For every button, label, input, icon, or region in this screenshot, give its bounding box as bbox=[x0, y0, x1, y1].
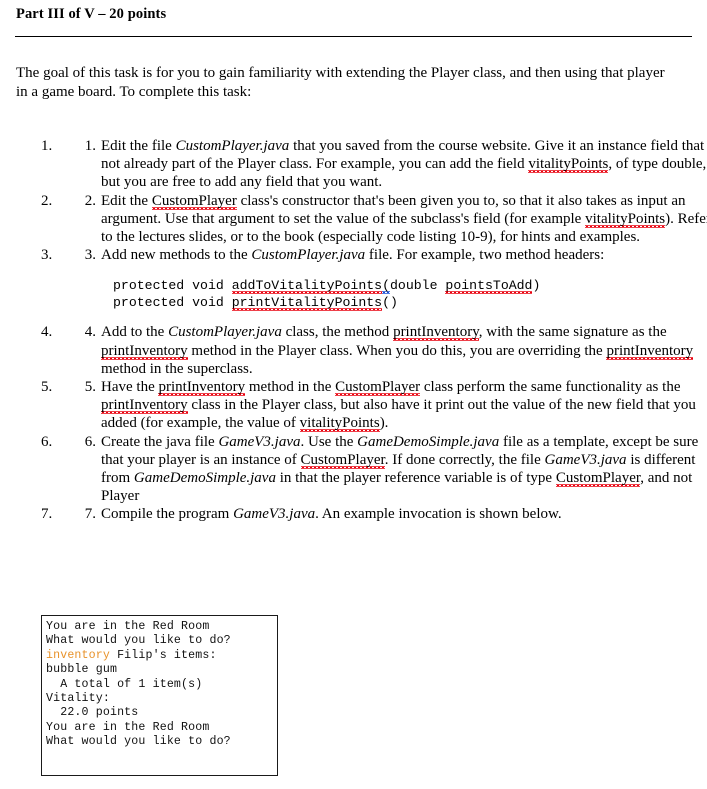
text-run: You are in the Red Room bbox=[46, 620, 210, 633]
console-line: You are in the Red Room bbox=[46, 721, 277, 735]
text-run: Vitality: bbox=[46, 692, 110, 706]
console-output-box: You are in the Red Room What would you li… bbox=[41, 615, 278, 776]
spellcheck-underlined-term: printInventory bbox=[101, 397, 188, 414]
spellcheck-underlined-term: printVitalityPoints bbox=[231, 295, 383, 311]
text-run: What would you like to do? bbox=[46, 735, 231, 749]
text-run: double bbox=[390, 278, 446, 294]
task-list-item-text: Edit the CustomPlayer class's constructo… bbox=[101, 192, 707, 247]
task-list-item-text: Compile the program GameV3.java. An exam… bbox=[101, 505, 707, 523]
text-run: protected void bbox=[113, 278, 232, 294]
text-run: class perform the same functionality as … bbox=[420, 379, 681, 396]
spellcheck-underlined-term: printInventory bbox=[158, 379, 246, 396]
spellcheck-underlined-term: CustomPlayer bbox=[151, 192, 237, 209]
text-run: ) bbox=[532, 278, 541, 294]
text-run: You are in the Red Room bbox=[46, 720, 210, 734]
spellcheck-underlined-term: printInventory bbox=[101, 342, 188, 359]
text-run: Have the bbox=[101, 379, 159, 396]
task-list-item-text: Have the printInventory method in the Cu… bbox=[101, 378, 707, 433]
text-run: , with the same signature as the bbox=[478, 324, 667, 341]
document-page: Part III of V – 20 points The goal of th… bbox=[0, 0, 707, 789]
task-list-item-number: 7. bbox=[84, 506, 96, 523]
console-line: bubble gum bbox=[46, 663, 277, 677]
task-list-item: 1. Edit the file CustomPlayer.java that y… bbox=[56, 137, 707, 192]
task-list-item-text: Add new methods to the CustomPlayer.java… bbox=[101, 246, 707, 264]
task-list-item-text: Create the java file GameV3.java. Use th… bbox=[101, 433, 707, 506]
task-list-item-number: 4. bbox=[84, 324, 96, 341]
spellcheck-underlined-term: vitalityPoints bbox=[299, 415, 380, 432]
spellcheck-underlined-term: printInventory bbox=[606, 342, 694, 359]
task-list-item: 7. Compile the program GameV3.java. An ex… bbox=[56, 505, 707, 523]
code-sample: protected void addToVitalityPoints(doubl… bbox=[101, 264, 707, 323]
text-run: . If done correctly, the file bbox=[384, 451, 545, 468]
task-list-item: 3. Add new methods to the CustomPlayer.ja… bbox=[56, 246, 707, 323]
text-run: 22.0 points bbox=[46, 706, 139, 720]
page-title: Part III of V – 20 points bbox=[16, 6, 167, 22]
text-run: method in the bbox=[245, 379, 336, 396]
spellcheck-underlined-term: printInventory bbox=[393, 324, 479, 341]
console-line: inventory Filip's items: bbox=[46, 649, 277, 663]
spellcheck-underlined-term: pointsToAdd bbox=[445, 278, 533, 294]
italic-filename: CustomPlayer.java bbox=[168, 324, 282, 341]
text-run: Edit the file bbox=[101, 138, 176, 154]
text-run: bubble gum bbox=[46, 663, 118, 677]
task-list-item-number: 5. bbox=[84, 379, 96, 396]
text-run: in that the player reference variable is… bbox=[275, 470, 556, 487]
text-run: What would you like to do? bbox=[46, 634, 231, 648]
spellcheck-underlined-term: CustomPlayer bbox=[335, 379, 421, 396]
console-line: A total of 1 item(s) bbox=[46, 678, 277, 692]
horizontal-divider bbox=[15, 36, 692, 37]
text-run: . Use the bbox=[300, 433, 358, 450]
grammar-underlined-term: ( bbox=[382, 278, 391, 294]
text-run: protected void bbox=[113, 295, 232, 311]
console-line: What would you like to do? bbox=[46, 634, 277, 648]
text-run: Compile the program bbox=[101, 506, 234, 523]
task-list-item-number: 3. bbox=[84, 247, 96, 264]
spellcheck-underlined-term: vitalityPoints bbox=[585, 210, 666, 227]
text-run: class in the Player class, but also have… bbox=[101, 397, 696, 432]
task-list-item-text: Add to the CustomPlayer.java class, the … bbox=[101, 323, 707, 378]
console-command-token: inventory bbox=[46, 648, 110, 662]
text-run: ). bbox=[379, 415, 389, 432]
text-run: method in the superclass. bbox=[101, 360, 253, 377]
text-run: A total of 1 item(s) bbox=[46, 677, 203, 691]
text-run: Filip's items: bbox=[109, 648, 217, 662]
text-run: class, the method bbox=[281, 324, 394, 341]
console-line: You are in the Red Room bbox=[46, 620, 277, 634]
task-list-item: 6.Create the java file GameV3.java. Use … bbox=[56, 433, 707, 506]
task-list-item-number: 1. bbox=[84, 138, 96, 154]
text-run: Edit the bbox=[101, 192, 152, 209]
console-line: What would you like to do? bbox=[46, 735, 277, 749]
spellcheck-underlined-term: CustomPlayer bbox=[555, 470, 641, 487]
text-run: . An example invocation is shown below. bbox=[315, 506, 562, 523]
spellcheck-underlined-term: CustomPlayer bbox=[300, 451, 385, 468]
italic-filename: GameDemoSimple.java bbox=[357, 433, 500, 450]
italic-filename: GameV3.java bbox=[233, 506, 316, 523]
text-run: () bbox=[382, 295, 398, 311]
console-line: 22.0 points bbox=[46, 706, 277, 720]
code-line: protected void addToVitalityPoints(doubl… bbox=[113, 277, 707, 294]
spellcheck-underlined-term: vitalityPoints bbox=[528, 156, 609, 173]
italic-filename: GameV3.java bbox=[544, 451, 627, 468]
text-run: method in the Player class. When you do … bbox=[187, 342, 607, 359]
task-list-item-text: Edit the file CustomPlayer.java that you… bbox=[101, 137, 707, 192]
italic-filename: CustomPlayer.java bbox=[175, 138, 290, 154]
spellcheck-underlined-term: addToVitalityPoints bbox=[231, 278, 383, 294]
task-list-item: 4. Add to the CustomPlayer.java class, th… bbox=[56, 323, 707, 378]
text-run: Create the java file bbox=[101, 433, 219, 450]
text-run: Add new methods to the bbox=[101, 247, 252, 264]
task-list-item: 5. Have the printInventory method in the … bbox=[56, 378, 707, 433]
task-list-item-number: 2. bbox=[84, 192, 96, 209]
italic-filename: GameDemoSimple.java bbox=[133, 470, 276, 487]
console-output-text: You are in the Red Room What would you li… bbox=[42, 616, 277, 750]
italic-filename: GameV3.java bbox=[218, 433, 301, 450]
task-list-item-number: 6. bbox=[84, 433, 96, 450]
text-run: Add to the bbox=[101, 324, 169, 341]
task-list: 1. Edit the file CustomPlayer.java that y… bbox=[16, 137, 707, 524]
intro-paragraph: The goal of this task is for you to gain… bbox=[16, 65, 665, 100]
console-line: Vitality: bbox=[46, 692, 277, 706]
code-line: protected void printVitalityPoints() bbox=[113, 294, 707, 311]
text-run: file. For example, two method headers: bbox=[365, 247, 605, 264]
italic-filename: CustomPlayer.java bbox=[251, 247, 366, 264]
task-list-item: 2. Edit the CustomPlayer class's construc… bbox=[56, 192, 707, 247]
